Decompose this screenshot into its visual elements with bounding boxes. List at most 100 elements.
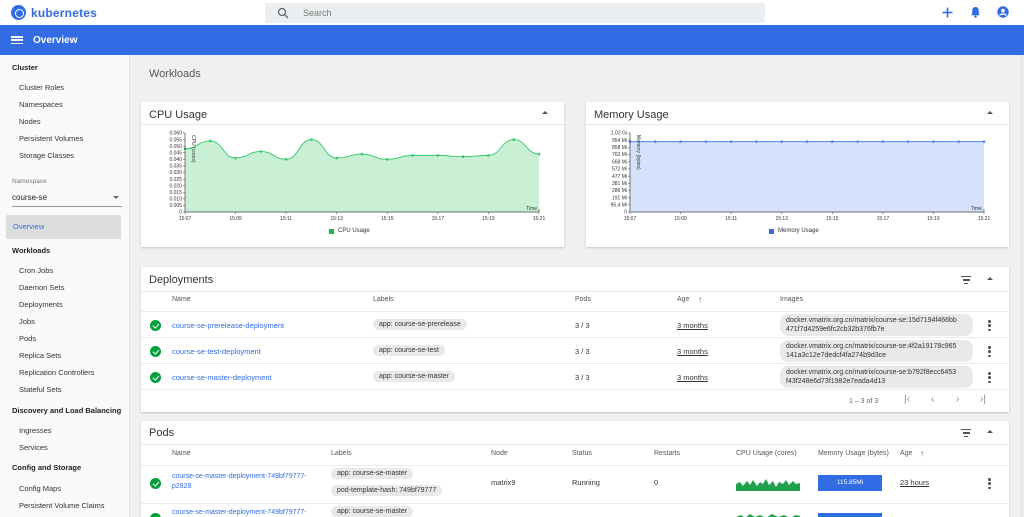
more-vert-icon[interactable]: [988, 346, 991, 357]
search-box[interactable]: [265, 3, 765, 23]
sort-arrow-up-icon[interactable]: ↑: [698, 295, 702, 304]
bell-icon[interactable]: [968, 5, 982, 19]
x-tick-label: 15:09: [229, 216, 242, 222]
sidebar-item-replication-controllers[interactable]: Replication Controllers: [19, 368, 94, 377]
chevron-down-icon: [113, 196, 119, 199]
sort-arrow-up-icon[interactable]: ↑: [920, 449, 924, 458]
col-name[interactable]: Name: [172, 296, 191, 303]
kubernetes-logo[interactable]: kubernetes: [11, 5, 97, 20]
pod-name-link[interactable]: course-se-master-deployment-749bf79777-: [172, 473, 307, 480]
data-point: [284, 158, 288, 161]
sidebar-item-nodes[interactable]: Nodes: [19, 117, 41, 126]
pods-count: 3 / 3: [575, 347, 590, 356]
sidebar-item-pvc[interactable]: Persistent Volume Claims: [19, 501, 104, 510]
memory-legend-swatch: [769, 228, 774, 234]
sidebar-item-config-maps[interactable]: Config Maps: [19, 484, 61, 493]
cpu-card-title: CPU Usage: [149, 109, 208, 121]
col-name[interactable]: Name: [172, 450, 191, 457]
search-icon: [277, 7, 289, 19]
sidebar-item-pods[interactable]: Pods: [19, 334, 36, 343]
namespace-value: course-se: [12, 193, 48, 202]
sidebar-item-namespaces[interactable]: Namespaces: [19, 100, 63, 109]
sidebar-item-overview[interactable]: Overview: [6, 215, 121, 239]
pod-name-link[interactable]: course-se-master-deployment-749bf79777-: [172, 509, 307, 516]
sidebar-item-services[interactable]: Services: [19, 443, 48, 452]
pods-count: 3 / 3: [575, 321, 590, 330]
first-page-icon[interactable]: |‹: [904, 394, 910, 405]
y-tick-label: 0: [179, 210, 182, 216]
previous-page-icon[interactable]: ‹: [931, 394, 934, 405]
sidebar-item-storage-classes[interactable]: Storage Classes: [19, 151, 74, 160]
sidebar-item-stateful-sets[interactable]: Stateful Sets: [19, 385, 62, 394]
y-axis-label: CPU (cores): [190, 135, 196, 163]
sidebar-item-ingresses[interactable]: Ingresses: [19, 426, 52, 435]
sidebar-item-jobs[interactable]: Jobs: [19, 317, 35, 326]
age-value[interactable]: 23 hours: [900, 478, 929, 487]
sidebar-item-replica-sets[interactable]: Replica Sets: [19, 351, 61, 360]
account-icon[interactable]: [996, 5, 1010, 19]
filter-icon[interactable]: [961, 429, 971, 437]
sidebar-item-deployments[interactable]: Deployments: [19, 300, 63, 309]
collapse-icon[interactable]: [987, 277, 993, 280]
data-point: [537, 152, 541, 156]
scrollbar[interactable]: [1020, 55, 1024, 517]
status-ok-icon: [150, 513, 161, 517]
collapse-icon[interactable]: [542, 111, 548, 114]
data-point: [729, 140, 733, 143]
y-tick-label: 858 Mi: [612, 145, 627, 151]
deployment-name-link[interactable]: course-se-prerelease-deployment: [172, 321, 284, 330]
x-tick-label: 15:15: [826, 216, 839, 222]
cpu-chart: 0.0600.0550.0500.0450.0400.0350.0300.025…: [169, 131, 545, 222]
label-chip: app: course-se-master: [373, 371, 456, 382]
data-point: [335, 156, 339, 160]
add-icon[interactable]: [940, 5, 954, 19]
pod-name-link-cont[interactable]: p2828: [172, 483, 191, 490]
next-page-icon[interactable]: ›: [956, 394, 959, 405]
sidebar-item-cron-jobs[interactable]: Cron Jobs: [19, 266, 53, 275]
image-chip: docker.vmatrix.org.cn/matrix/course-se:b…: [780, 366, 973, 388]
x-tick-label: 15:17: [877, 216, 890, 222]
data-point: [704, 140, 708, 143]
more-vert-icon[interactable]: [988, 372, 991, 383]
status-ok-icon: [150, 346, 161, 357]
deployment-name-link[interactable]: course-se-master-deployment: [172, 373, 272, 382]
age-value[interactable]: 3 months: [677, 321, 708, 330]
y-tick-label: 0.005: [169, 203, 182, 209]
sidebar-section-workloads[interactable]: Workloads: [12, 246, 50, 255]
app-name: kubernetes: [31, 5, 98, 20]
y-tick-label: 0.035: [169, 164, 182, 170]
y-tick-label: 0.055: [169, 137, 182, 143]
namespace-select[interactable]: course-se: [12, 193, 122, 207]
data-point: [932, 140, 935, 143]
y-tick-label: 0.060: [169, 131, 182, 137]
more-vert-icon[interactable]: [988, 320, 991, 331]
sidebar-section-cluster[interactable]: Cluster: [12, 63, 38, 72]
x-tick-label: 15:17: [432, 216, 445, 222]
sidebar-item-cluster-roles[interactable]: Cluster Roles: [19, 83, 64, 92]
sidebar-section-discovery[interactable]: Discovery and Load Balancing: [12, 406, 121, 415]
sidebar-item-daemon-sets[interactable]: Daemon Sets: [19, 283, 64, 292]
cpu-sparkline: [736, 479, 800, 491]
col-age[interactable]: Age: [900, 450, 912, 457]
collapse-icon[interactable]: [987, 430, 993, 433]
sidebar-section-config[interactable]: Config and Storage: [12, 463, 81, 472]
last-page-icon[interactable]: ›|: [980, 394, 986, 405]
y-tick-label: 95.4 Mi: [611, 203, 627, 209]
search-input[interactable]: [303, 8, 723, 18]
age-value[interactable]: 3 months: [677, 373, 708, 382]
sidebar-item-persistent-volumes[interactable]: Persistent Volumes: [19, 134, 83, 143]
col-age[interactable]: Age: [677, 296, 689, 303]
y-tick-label: 0.010: [169, 197, 182, 203]
more-vert-icon[interactable]: [988, 478, 991, 489]
x-tick-label: 15:09: [674, 216, 687, 222]
label-chip: app: course-se-test: [373, 345, 445, 356]
y-tick-label: 0: [624, 210, 627, 216]
sidebar: Cluster Cluster Roles Namespaces Nodes P…: [0, 55, 130, 517]
collapse-icon[interactable]: [987, 111, 993, 114]
age-value[interactable]: 3 months: [677, 347, 708, 356]
label-chip: app: course-se-master: [331, 506, 414, 517]
memory-usage-card: Memory Usage 1.02 Gi 954 Mi 858 Mi 763 Mi 66…: [586, 102, 1009, 247]
deployment-name-link[interactable]: course-se-test-deployment: [172, 347, 261, 356]
filter-icon[interactable]: [961, 276, 971, 284]
menu-icon[interactable]: [11, 34, 23, 46]
